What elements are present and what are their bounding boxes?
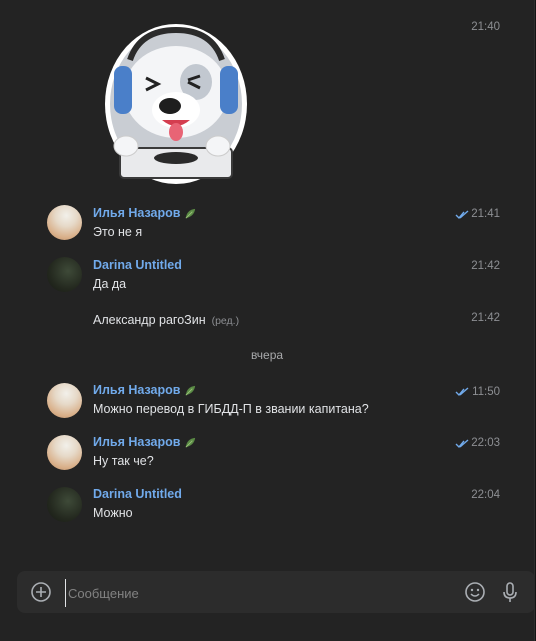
leaf-icon (185, 385, 196, 395)
author-name[interactable]: Darina Untitled (93, 487, 182, 501)
author-label: Darina Untitled (93, 487, 182, 501)
author-name[interactable]: Илья Назаров (93, 435, 197, 449)
author-label: Илья Назаров (93, 383, 181, 397)
message-text: Можно перевод в ГИБДД-П в звании капитан… (93, 402, 369, 416)
author-name[interactable]: Илья Назаров (93, 383, 197, 397)
date-separator: вчера (250, 348, 284, 362)
message-time: 21:42 (471, 260, 500, 272)
author-name[interactable]: Илья Назаров (93, 206, 197, 220)
message-text: Александр рагоЗин (ред.) (93, 313, 239, 327)
author-label: Darina Untitled (93, 258, 182, 272)
add-attachment-icon[interactable] (30, 581, 52, 603)
message-text: Можно (93, 506, 133, 520)
avatar[interactable] (47, 435, 82, 470)
message-time: 22:03 (471, 437, 500, 449)
message-time: 21:41 (471, 208, 500, 220)
message-input[interactable] (65, 579, 430, 607)
message-text: Да да (93, 277, 127, 291)
message-time: 22:04 (471, 489, 500, 501)
read-ticks-icon (455, 439, 469, 449)
chat-history: 21:40 Илья Назаров 21:41 Это не я Darina… (0, 0, 535, 641)
avatar[interactable] (47, 487, 82, 522)
message-time: 21:40 (471, 21, 500, 33)
message-composer (17, 571, 535, 613)
leaf-icon (185, 437, 196, 447)
microphone-icon[interactable] (499, 581, 521, 603)
message-time: 21:42 (471, 312, 500, 324)
message-text: Ну так че? (93, 454, 154, 468)
read-ticks-icon (455, 387, 469, 397)
avatar[interactable] (47, 257, 82, 292)
dog-dj-sticker[interactable] (100, 20, 252, 188)
author-label: Илья Назаров (93, 206, 181, 220)
emoji-icon[interactable] (464, 581, 486, 603)
author-name[interactable]: Darina Untitled (93, 258, 182, 272)
message-body: Александр рагоЗин (93, 313, 206, 327)
author-label: Илья Назаров (93, 435, 181, 449)
leaf-icon (185, 208, 196, 218)
read-ticks-icon (455, 210, 469, 220)
avatar[interactable] (47, 383, 82, 418)
message-text: Это не я (93, 225, 143, 239)
edited-label: (ред.) (211, 315, 240, 327)
avatar[interactable] (47, 205, 82, 240)
message-time: 11:50 (472, 386, 500, 398)
